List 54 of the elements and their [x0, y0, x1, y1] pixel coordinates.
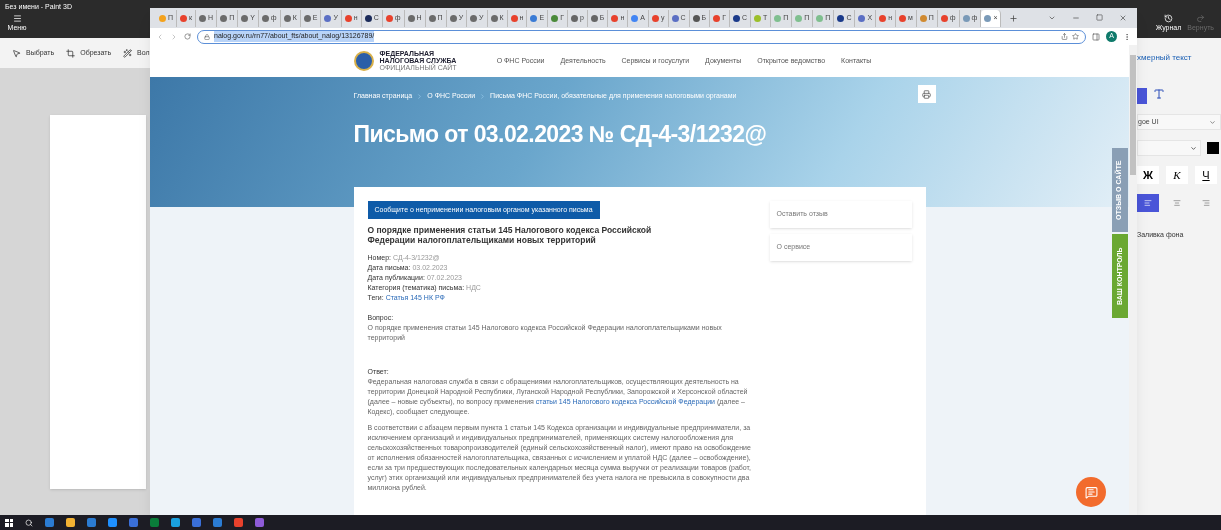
taskbar-app-icon[interactable]	[129, 518, 138, 527]
share-icon[interactable]	[1061, 33, 1068, 40]
forward-icon[interactable]	[170, 32, 178, 41]
taskbar-app-icon[interactable]	[87, 518, 96, 527]
printer-icon	[922, 89, 931, 99]
chevron-down-icon	[1209, 118, 1216, 126]
chat-button[interactable]	[1076, 477, 1106, 507]
bookmark-icon[interactable]	[1072, 33, 1079, 40]
align-icon	[1173, 199, 1181, 207]
taskbar-app-icon[interactable]	[213, 518, 222, 527]
scrollbar[interactable]	[1129, 45, 1137, 515]
style-button[interactable]: К	[1166, 166, 1188, 184]
start-icon[interactable]	[5, 518, 13, 527]
breadcrumb-separator-icon	[416, 92, 424, 100]
more-icon[interactable]	[1123, 32, 1131, 41]
taskbar-app-icon[interactable]	[45, 518, 54, 527]
pointer-icon	[12, 48, 21, 58]
side-panel-icon[interactable]	[1092, 32, 1100, 41]
reload-icon[interactable]	[184, 33, 191, 40]
history-icon	[1164, 14, 1174, 23]
taskbar-app-icon[interactable]	[108, 518, 117, 527]
align-icon	[1144, 199, 1152, 207]
panel-title: хмерный текст	[1137, 52, 1193, 64]
lock-icon	[204, 33, 210, 40]
style-button[interactable]: Ж	[1137, 166, 1159, 184]
align-button[interactable]	[1137, 194, 1159, 212]
emblem-icon	[353, 51, 374, 71]
text-style-icon[interactable]	[1153, 88, 1165, 100]
print-button[interactable]	[917, 85, 936, 103]
taskbar-app-icon[interactable]	[150, 518, 159, 527]
taskbar-app-icon[interactable]	[66, 518, 75, 527]
style-button[interactable]: Ч	[1195, 166, 1217, 184]
search-icon[interactable]	[25, 518, 33, 527]
chat-icon	[1084, 485, 1098, 499]
redo-icon	[1196, 14, 1206, 23]
new-tab-icon[interactable]	[1009, 13, 1019, 23]
wand-icon	[123, 48, 133, 58]
back-icon[interactable]	[156, 32, 164, 41]
color-swatch[interactable]	[1207, 142, 1219, 154]
close-icon[interactable]	[1119, 14, 1127, 22]
crop-icon	[66, 48, 76, 58]
page-title: Письмо от 03.02.2023 № СД-4-3/1232@	[353, 120, 768, 149]
align-icon	[1202, 199, 1210, 207]
letter-heading: О порядке применения статьи 145 Налогового кодекса Российской Федерации налогоплательщиками новых территорий	[367, 225, 653, 245]
tab-search-icon[interactable]	[1048, 14, 1056, 22]
taskbar-app-icon[interactable]	[192, 518, 201, 527]
breadcrumb-separator-icon	[479, 92, 487, 100]
menu-icon	[12, 13, 22, 23]
taskbar-app-icon[interactable]	[171, 518, 180, 527]
taskbar-app-icon[interactable]	[234, 518, 243, 527]
minimize-icon[interactable]	[1072, 14, 1080, 22]
maximize-icon[interactable]	[1096, 14, 1103, 21]
taskbar-app-icon[interactable]	[255, 518, 264, 527]
chevron-down-icon	[1190, 144, 1197, 152]
